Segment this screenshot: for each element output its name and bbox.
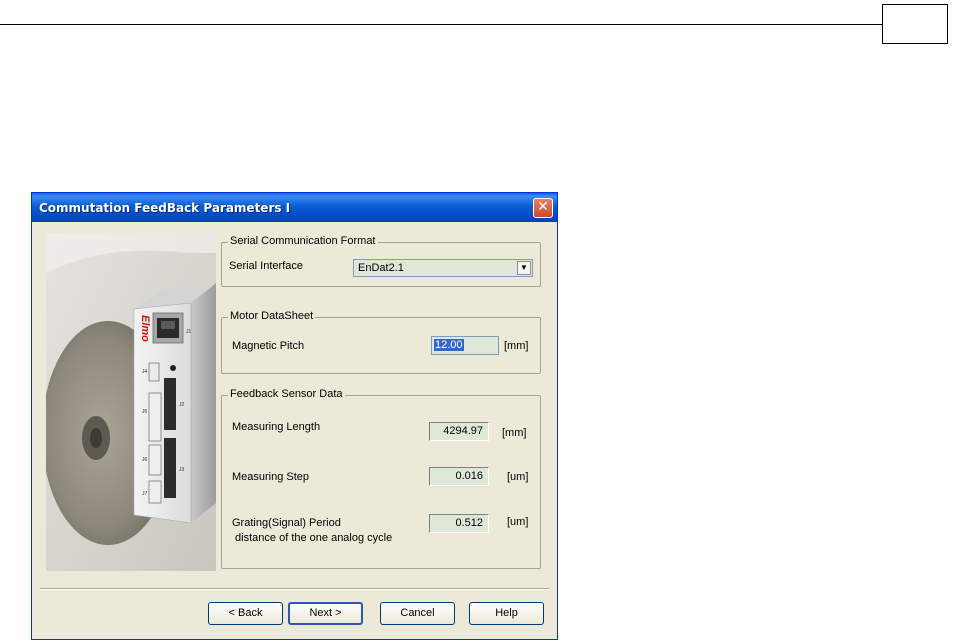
- serial-format-group: Serial Communication Format Serial Inter…: [221, 235, 541, 287]
- commutation-feedback-dialog: Commutation FeedBack Parameters I ✕ Elmo…: [31, 192, 558, 640]
- feedback-sensor-title: Feedback Sensor Data: [228, 388, 345, 400]
- cancel-button[interactable]: Cancel: [380, 602, 455, 625]
- serial-interface-select[interactable]: EnDat2.1 ▼: [353, 259, 533, 277]
- magnetic-pitch-value: 12.00: [434, 339, 464, 351]
- next-button[interactable]: Next >: [288, 602, 363, 625]
- motor-datasheet-title: Motor DataSheet: [228, 310, 316, 322]
- grating-period-field: 0.512: [429, 514, 489, 533]
- serial-format-title: Serial Communication Format: [228, 235, 378, 247]
- help-button[interactable]: Help: [469, 602, 544, 625]
- back-button[interactable]: < Back: [208, 602, 283, 625]
- feedback-sensor-group: Feedback Sensor Data Measuring Length 42…: [221, 388, 541, 569]
- connector-label-j4: J4: [142, 369, 148, 375]
- connector-label-j5: J5: [142, 409, 148, 415]
- brand-logo: Elmo: [139, 315, 151, 342]
- dialog-title: Commutation FeedBack Parameters I: [39, 201, 291, 215]
- connector-label-j3: J3: [179, 467, 185, 473]
- connector-label-j7: J7: [142, 491, 148, 497]
- title-bar[interactable]: Commutation FeedBack Parameters I ✕: [32, 193, 557, 222]
- measuring-length-field: 4294.97: [429, 422, 489, 441]
- measuring-length-unit: [mm]: [502, 427, 527, 439]
- page-number-box: [882, 4, 948, 44]
- grating-period-sublabel: distance of the one analog cycle: [232, 532, 393, 544]
- magnetic-pitch-unit: [mm]: [504, 340, 529, 352]
- drive-product-image: Elmo J1 J4 J2 J5 J6 J3 J7: [46, 233, 216, 571]
- close-icon: ✕: [537, 199, 549, 215]
- grating-period-unit: [um]: [507, 516, 529, 528]
- serial-interface-label: Serial Interface: [229, 260, 303, 272]
- measuring-step-label: Measuring Step: [232, 471, 310, 483]
- close-button[interactable]: ✕: [533, 198, 553, 218]
- measuring-length-label: Measuring Length: [232, 421, 321, 433]
- magnetic-pitch-input[interactable]: 12.00: [431, 336, 499, 355]
- document-header-rule: [0, 24, 882, 25]
- grating-period-label: Grating(Signal) Period: [232, 517, 341, 529]
- connector-label-j6: J6: [142, 457, 148, 463]
- measuring-step-field: 0.016: [429, 467, 489, 486]
- chevron-down-icon[interactable]: ▼: [517, 261, 531, 275]
- measuring-step-unit: [um]: [507, 471, 529, 483]
- drive-illustration: Elmo J1 J4 J2 J5 J6 J3 J7: [46, 233, 216, 571]
- motor-datasheet-group: Motor DataSheet Magnetic Pitch 12.00 [mm…: [221, 310, 541, 374]
- button-separator: [40, 588, 549, 590]
- connector-label-j1: J1: [186, 329, 192, 335]
- serial-interface-value: EnDat2.1: [358, 262, 404, 274]
- connector-label-j2: J2: [179, 402, 185, 408]
- magnetic-pitch-label: Magnetic Pitch: [232, 340, 305, 352]
